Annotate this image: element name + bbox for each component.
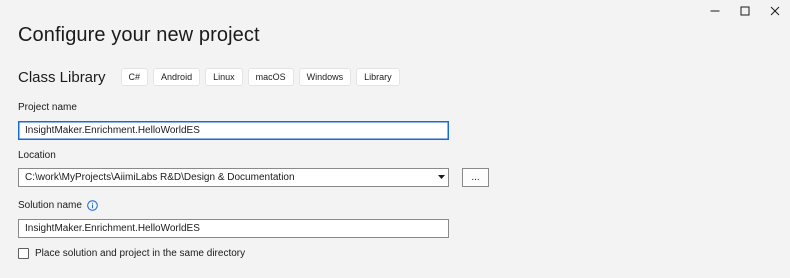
window-controls	[700, 0, 790, 22]
solution-name-input[interactable]: InsightMaker.Enrichment.HelloWorldES	[18, 219, 449, 238]
template-name: Class Library	[18, 68, 106, 86]
maximize-icon	[740, 6, 750, 16]
info-icon[interactable]	[87, 200, 98, 211]
template-tag: macOS	[247, 68, 294, 86]
minimize-icon	[710, 10, 720, 12]
solution-name-label: Solution name	[18, 200, 82, 211]
template-tag: Android	[153, 68, 201, 86]
project-name-label: Project name	[18, 102, 77, 113]
same-directory-label[interactable]: Place solution and project in the same d…	[35, 248, 245, 259]
solution-name-label-row: Solution name	[18, 200, 98, 211]
location-value: C:\work\MyProjects\AiimiLabs R&D\Design …	[25, 172, 295, 183]
maximize-button[interactable]	[730, 0, 760, 22]
page-title: Configure your new project	[18, 24, 260, 46]
template-tag: C#	[120, 68, 149, 86]
template-tag: Linux	[205, 68, 243, 86]
close-button[interactable]	[760, 0, 790, 22]
solution-name-value: InsightMaker.Enrichment.HelloWorldES	[25, 223, 200, 234]
minimize-button[interactable]	[700, 0, 730, 22]
project-name-value: InsightMaker.Enrichment.HelloWorldES	[25, 125, 200, 136]
template-tag: Windows	[298, 68, 352, 86]
same-directory-checkbox[interactable]	[18, 248, 29, 259]
location-label: Location	[18, 150, 56, 161]
close-icon	[770, 6, 780, 16]
template-info: Class Library C# Android Linux macOS Win…	[18, 66, 400, 88]
configure-project-dialog: Configure your new project Class Library…	[0, 0, 790, 278]
chevron-down-icon[interactable]	[434, 169, 448, 186]
project-name-input[interactable]: InsightMaker.Enrichment.HelloWorldES	[18, 121, 449, 140]
location-combobox[interactable]: C:\work\MyProjects\AiimiLabs R&D\Design …	[18, 168, 449, 187]
template-tag: Library	[356, 68, 400, 86]
same-directory-option: Place solution and project in the same d…	[18, 248, 245, 259]
browse-location-button[interactable]: ...	[462, 168, 489, 187]
